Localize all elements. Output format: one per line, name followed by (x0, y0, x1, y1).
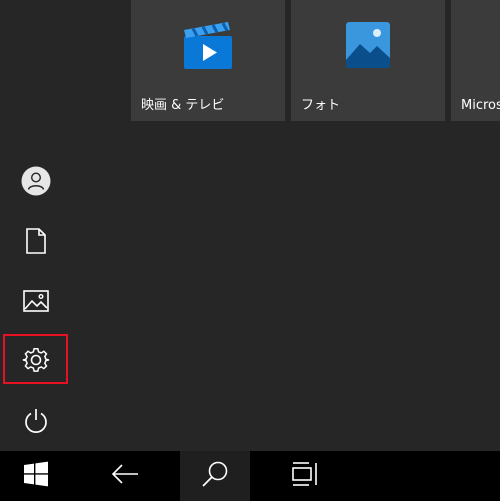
start-button[interactable] (0, 451, 72, 501)
picture-icon (23, 290, 49, 312)
tile-label: Microsoft (461, 98, 500, 113)
search-icon (201, 460, 229, 492)
settings-button[interactable] (0, 332, 72, 388)
documents-button[interactable] (0, 213, 72, 269)
gear-icon (22, 346, 50, 374)
movies-tv-icon (179, 16, 237, 78)
document-icon (25, 228, 47, 254)
power-icon (23, 407, 49, 435)
search-button[interactable] (180, 451, 250, 501)
tile-photos[interactable]: フォト (291, 0, 445, 121)
user-icon (21, 166, 51, 196)
user-account-button[interactable] (0, 153, 72, 209)
taskbar (0, 451, 500, 501)
pictures-button[interactable] (0, 273, 72, 329)
tile-label: 映画 & テレビ (141, 98, 225, 113)
start-menu: 映画 & テレビ フォト Microsoft (0, 0, 500, 501)
photos-icon (339, 16, 397, 78)
tile-label: フォト (301, 98, 341, 113)
tiles-area: 映画 & テレビ フォト Microsoft (72, 0, 500, 451)
start-left-rail (0, 0, 72, 451)
task-view-icon (291, 461, 319, 491)
power-button[interactable] (0, 393, 72, 449)
tile-movies-tv[interactable]: 映画 & テレビ (131, 0, 285, 121)
windows-logo-icon (23, 461, 49, 491)
task-view-button[interactable] (270, 451, 340, 501)
back-button[interactable] (90, 451, 160, 501)
tile-microsoft[interactable]: Microsoft (451, 0, 500, 121)
back-arrow-icon (111, 463, 139, 489)
